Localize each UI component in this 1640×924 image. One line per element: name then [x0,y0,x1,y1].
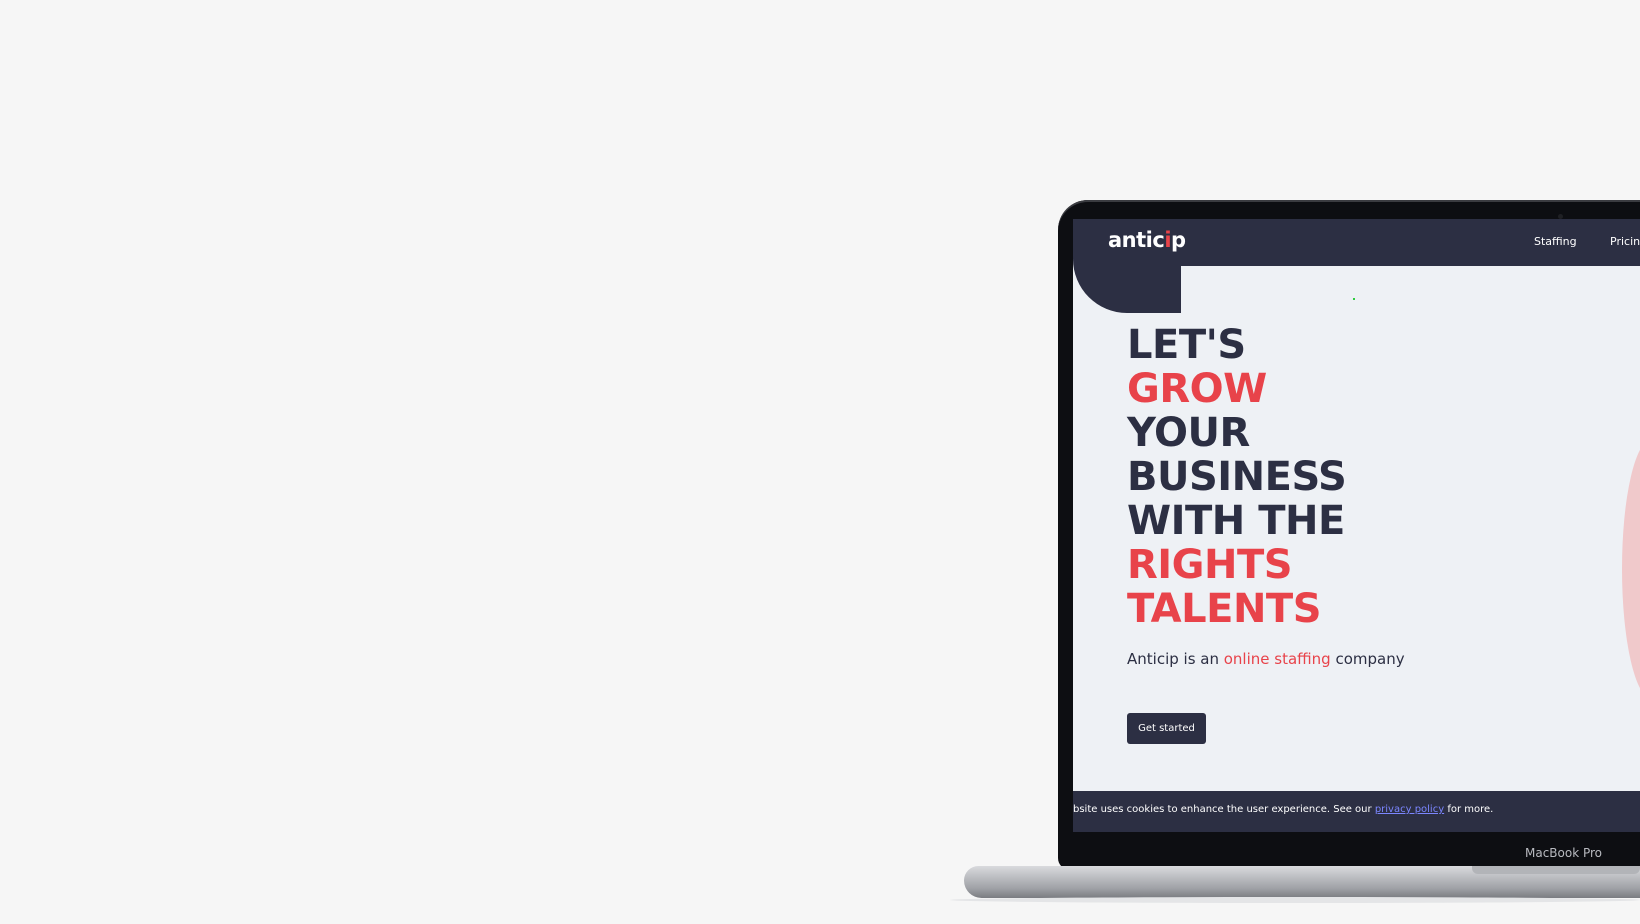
headline-line-accent: RIGHTS [1127,542,1293,588]
headline-line: WITH THE [1127,498,1345,544]
laptop-screen: anticip Staffing Pricing LET'S GROW YOUR… [1073,219,1640,832]
laptop-shadow [950,897,1640,903]
headline-line: LET'S [1127,322,1246,368]
headline-line-accent: TALENTS [1127,586,1322,632]
headline-line-accent: GROW [1127,366,1267,412]
laptop-base-notch [1472,866,1640,874]
headline-line: YOUR [1127,410,1250,456]
nav-item-staffing[interactable]: Staffing [1534,235,1577,248]
decorative-arc [1622,439,1640,699]
hero-headline: LET'S GROW YOUR BUSINESS WITH THE RIGHTS… [1127,322,1347,632]
nav-item-pricing[interactable]: Pricing [1610,235,1640,248]
get-started-button[interactable]: Get started [1127,713,1206,744]
privacy-policy-link[interactable]: privacy policy [1375,804,1444,815]
decorative-dot [1353,298,1355,300]
cookie-banner: bsite uses cookies to enhance the user e… [1073,791,1640,832]
hero-subtitle: Anticip is an online staffing company [1127,650,1405,668]
headline-line: BUSINESS [1127,454,1347,500]
brand-logo[interactable]: anticip [1108,228,1186,252]
cookie-text: bsite uses cookies to enhance the user e… [1073,804,1494,815]
device-label: MacBook Pro [1525,846,1603,860]
top-navbar: anticip Staffing Pricing [1073,219,1640,313]
